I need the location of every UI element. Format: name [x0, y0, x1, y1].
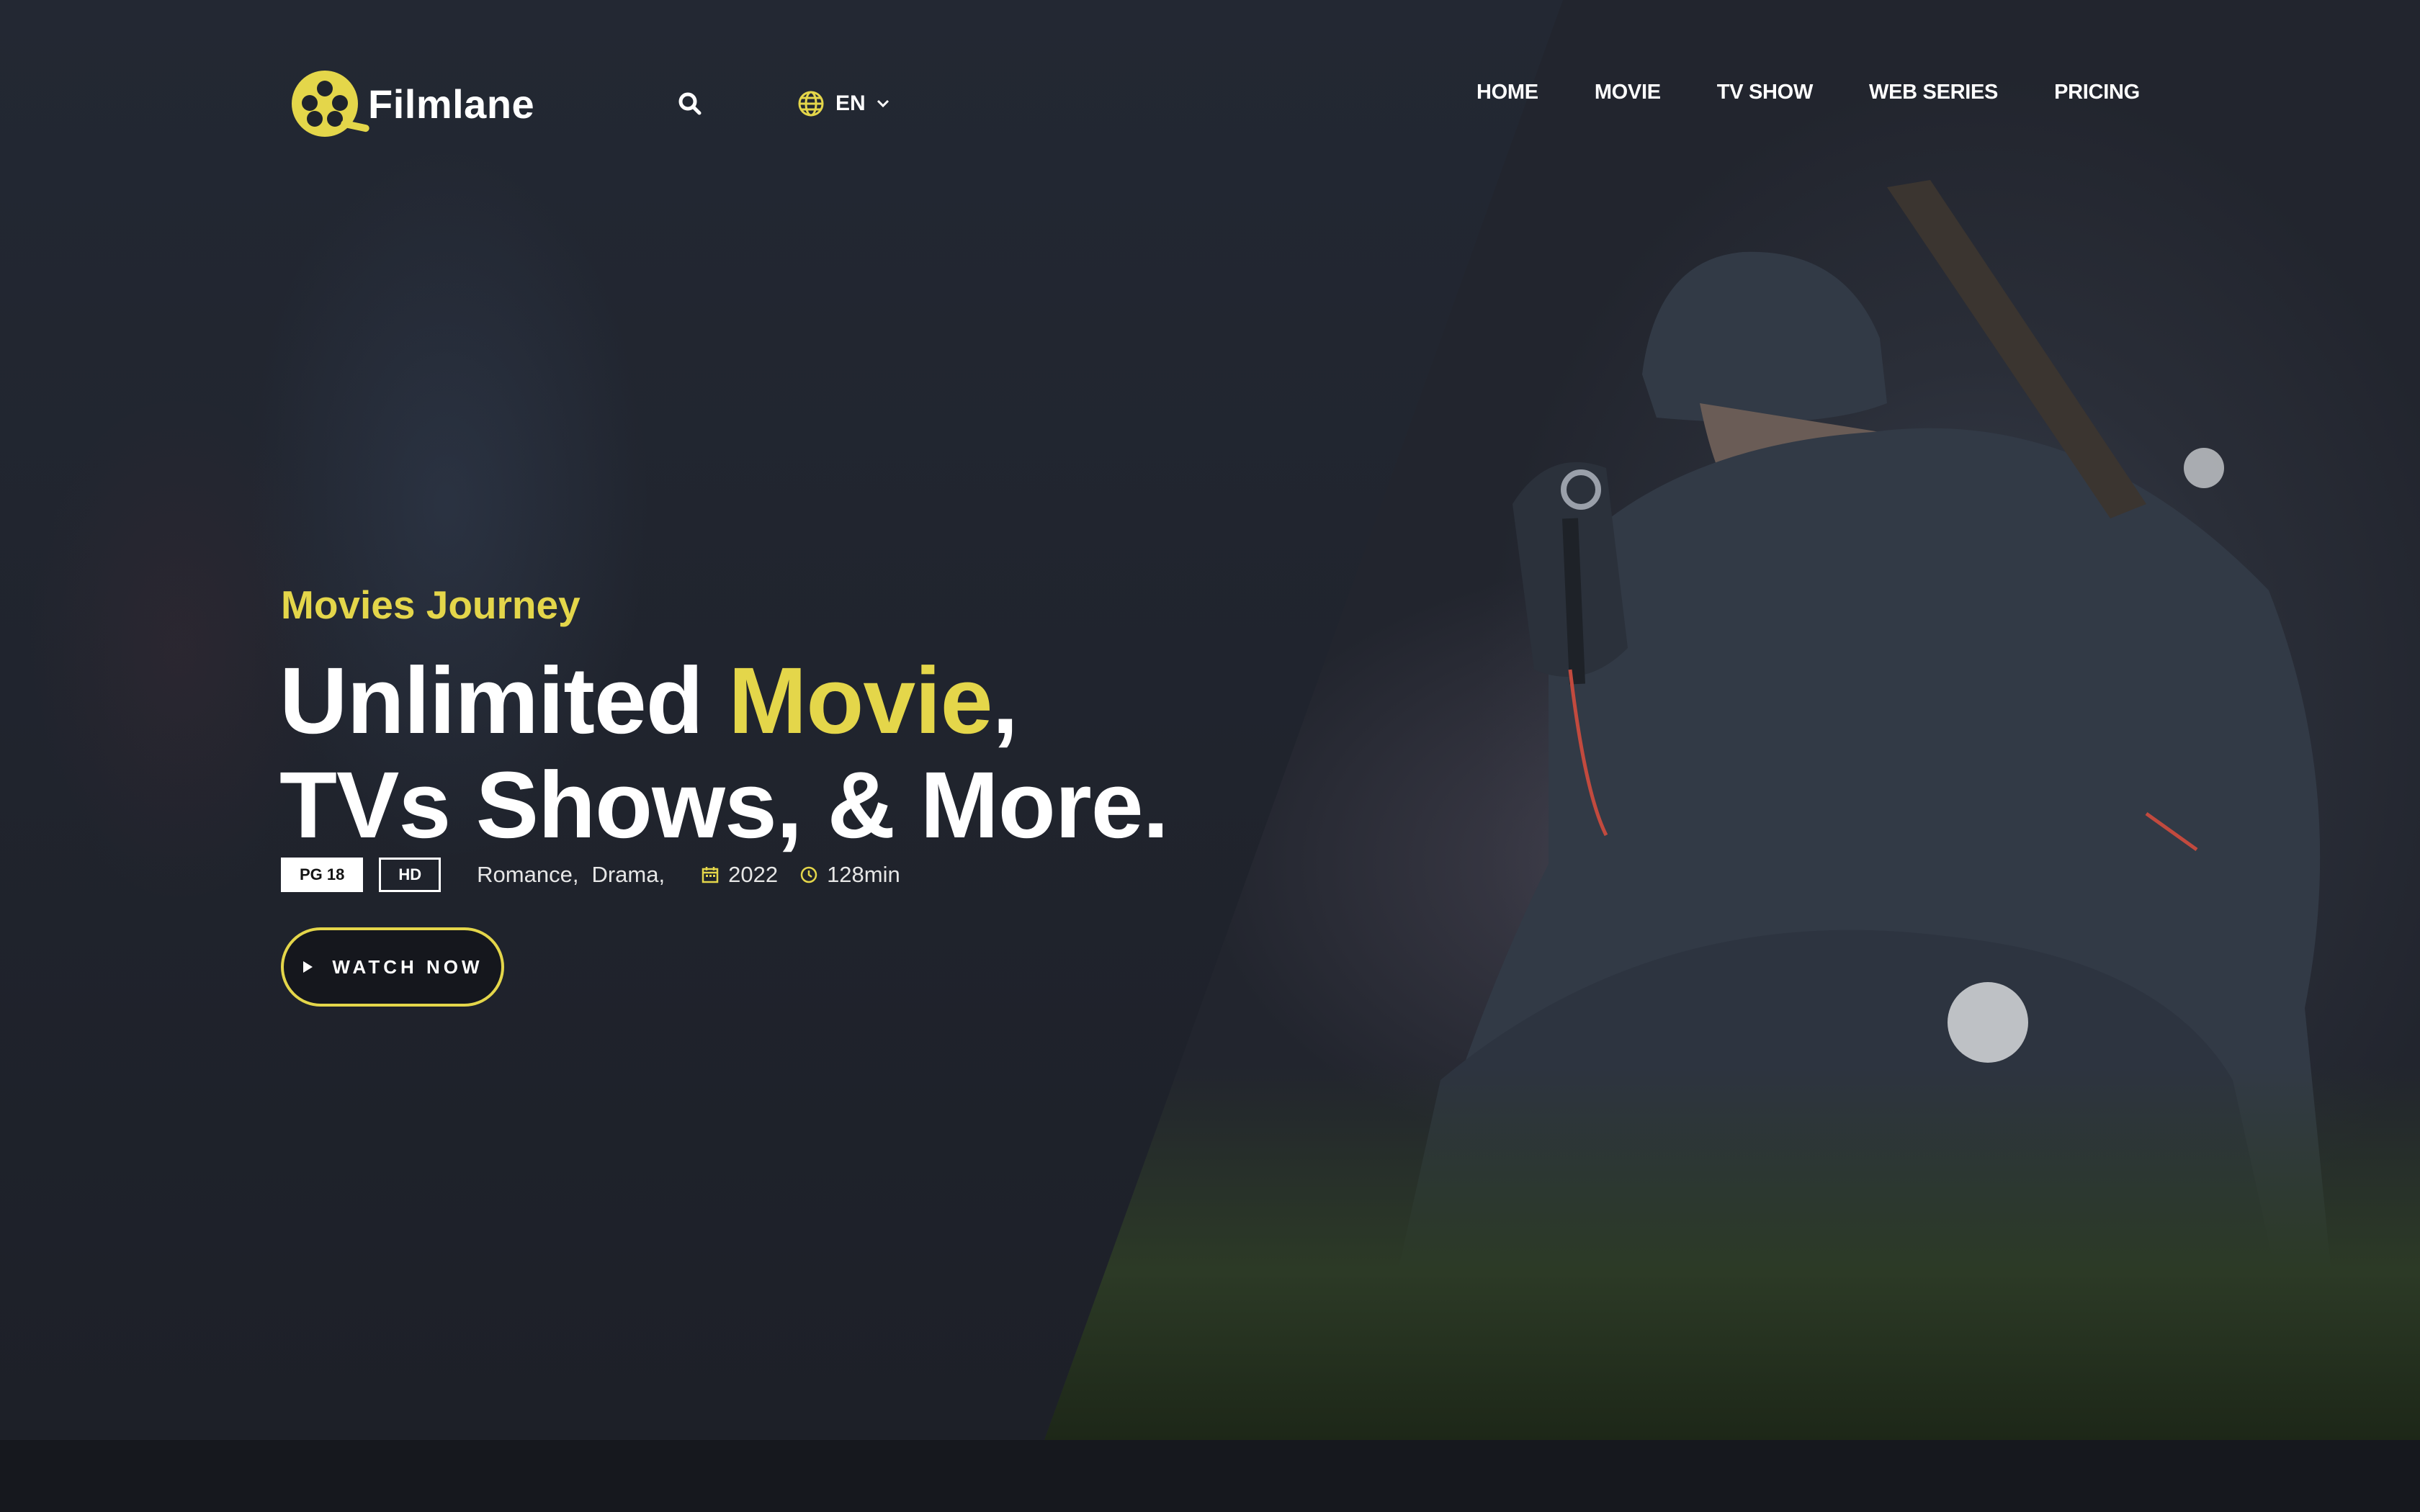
main-nav: HOME MOVIE TV SHOW WEB SERIES PRICING [1476, 81, 2140, 104]
duration: 128min [799, 862, 900, 888]
search-button[interactable] [677, 91, 703, 117]
nav-pricing[interactable]: PRICING [2054, 81, 2140, 104]
nav-web-series[interactable]: WEB SERIES [1869, 81, 1998, 104]
chevron-down-icon [877, 99, 889, 108]
search-icon [678, 92, 702, 115]
calendar-icon [702, 867, 719, 883]
watch-now-button[interactable]: WATCH NOW [281, 927, 504, 1007]
hero-title: Unlimited Movie, TVs Shows, & More. [279, 647, 1169, 858]
language-label: EN [835, 91, 866, 115]
rating-badge: PG 18 [281, 858, 364, 892]
nav-home[interactable]: HOME [1476, 81, 1538, 104]
quality-badge: HD [379, 858, 442, 892]
brand-name: Filmlane [368, 81, 535, 127]
nav-tv-show[interactable]: TV SHOW [1717, 81, 1814, 104]
watch-now-label: WATCH NOW [332, 955, 483, 978]
page-bottom-strip [0, 1440, 2420, 1512]
duration-text: 128min [827, 862, 900, 887]
genre-drama[interactable]: Drama, [591, 862, 665, 888]
nav-movie[interactable]: MOVIE [1595, 81, 1661, 104]
language-selector[interactable]: EN [797, 89, 890, 118]
brand-logo[interactable]: Filmlane [292, 71, 534, 137]
hero-title-accent: Movie [728, 647, 992, 753]
clock-icon [800, 866, 817, 883]
globe-icon [798, 91, 824, 117]
release-year-text: 2022 [728, 862, 779, 887]
hero-eyebrow: Movies Journey [281, 582, 581, 627]
release-year: 2022 [701, 862, 778, 888]
film-reel-icon [292, 71, 370, 137]
genre-romance[interactable]: Romance, [477, 862, 578, 888]
hero-title-part1: Unlimited [279, 647, 729, 753]
movie-meta: PG 18 HD Romance, Drama, 2022 128min [281, 857, 900, 893]
hero-title-comma: , [992, 647, 1018, 753]
play-icon [303, 961, 313, 973]
hero-title-line2: TVs Shows, & More. [279, 752, 1169, 858]
